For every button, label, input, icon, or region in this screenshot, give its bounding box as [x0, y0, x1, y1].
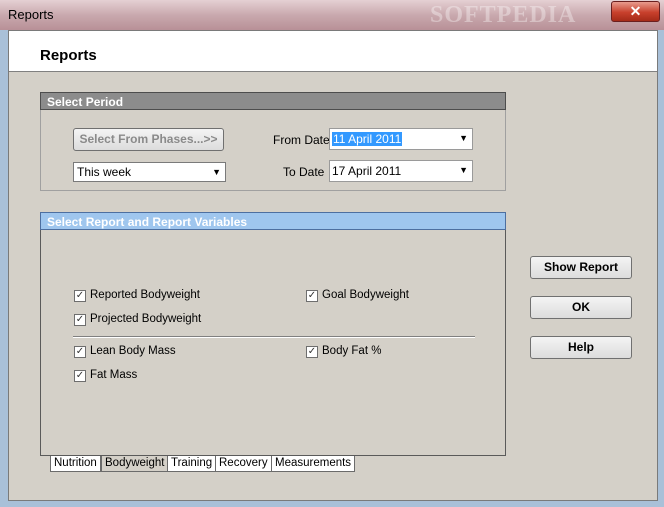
to-date-label: To Date [283, 165, 325, 179]
window-title: Reports [8, 7, 54, 22]
projected-bodyweight-label: Projected Bodyweight [90, 313, 202, 325]
period-dropdown[interactable]: This week ▼ [73, 162, 226, 182]
tab-measurements[interactable]: Measurements [271, 456, 356, 472]
body-fat-checkbox[interactable]: ✓ [306, 346, 318, 358]
report-variables-header: Select Report and Report Variables [40, 212, 506, 230]
period-dropdown-value: This week [77, 165, 132, 179]
report-variables-group [40, 230, 506, 456]
fat-mass-checkbox[interactable]: ✓ [74, 370, 86, 382]
divider [73, 336, 475, 338]
from-date-value: 11 April 2011 [332, 132, 403, 146]
chevron-down-icon: ▼ [212, 167, 221, 177]
body-fat-label: Body Fat % [322, 345, 382, 357]
close-icon: ✕ [629, 3, 642, 19]
select-period-header: Select Period [40, 92, 506, 110]
dialog-client: Reports Select Period Select From Phases… [8, 30, 658, 501]
fat-mass-label: Fat Mass [90, 369, 138, 381]
lean-body-mass-label: Lean Body Mass [90, 345, 176, 357]
lean-body-mass-checkbox[interactable]: ✓ [74, 346, 86, 358]
tab-recovery[interactable]: Recovery [215, 456, 272, 472]
help-button[interactable]: Help [530, 336, 632, 359]
tab-nutrition[interactable]: Nutrition [50, 456, 101, 472]
ok-button[interactable]: OK [530, 296, 632, 319]
chevron-down-icon: ▼ [459, 133, 468, 143]
from-date-picker[interactable]: 11 April 2011 ▼ [329, 128, 473, 150]
watermark: SOFTPEDIA [430, 2, 577, 28]
select-from-phases-button[interactable]: Select From Phases...>> [73, 128, 224, 151]
show-report-button[interactable]: Show Report [530, 256, 632, 279]
reported-bodyweight-checkbox[interactable]: ✓ [74, 290, 86, 302]
to-date-picker[interactable]: 17 April 2011 ▼ [329, 160, 473, 182]
close-button[interactable]: ✕ [611, 1, 660, 22]
projected-bodyweight-checkbox[interactable]: ✓ [74, 314, 86, 326]
goal-bodyweight-label: Goal Bodyweight [322, 289, 409, 301]
page-title: Reports [40, 47, 97, 64]
to-date-value: 17 April 2011 [332, 164, 402, 178]
chevron-down-icon: ▼ [459, 165, 468, 175]
header-band: Reports [9, 31, 657, 72]
reported-bodyweight-label: Reported Bodyweight [90, 289, 200, 301]
tab-bodyweight[interactable]: Bodyweight [101, 456, 169, 472]
goal-bodyweight-checkbox[interactable]: ✓ [306, 290, 318, 302]
title-bar[interactable]: Reports SOFTPEDIA ✕ [0, 0, 664, 30]
from-date-label: From Date [273, 133, 330, 147]
tab-training[interactable]: Training [167, 456, 217, 472]
